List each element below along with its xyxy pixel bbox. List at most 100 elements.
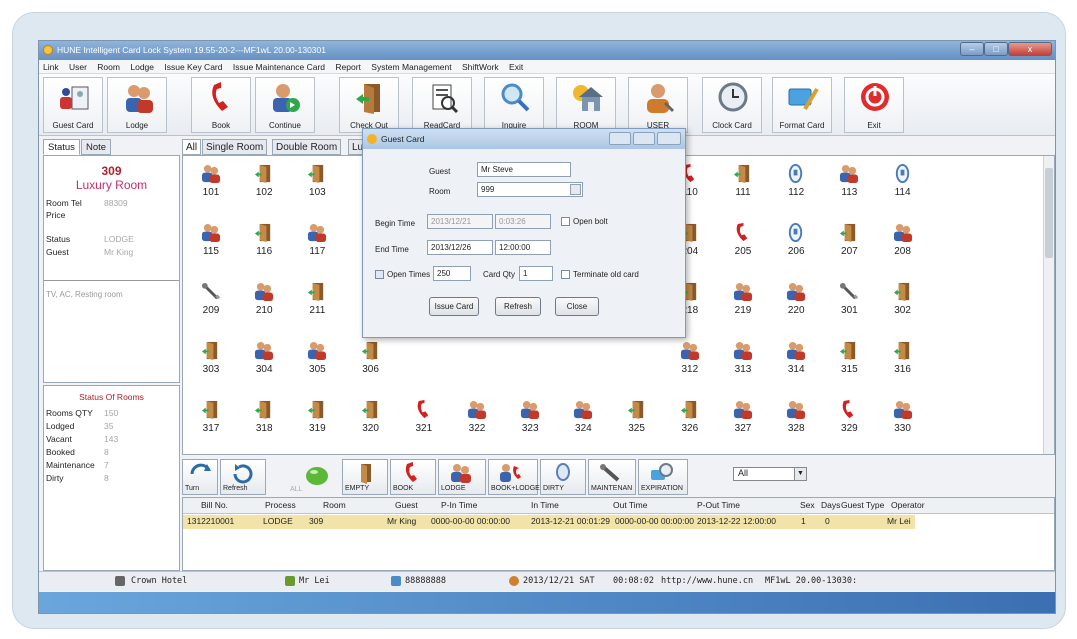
book-filter-button[interactable]: BOOK <box>390 459 436 495</box>
room-tile-117[interactable]: 117 <box>295 219 339 267</box>
column-header[interactable]: P-Out Time <box>697 500 740 510</box>
room-input[interactable]: 999 <box>477 182 583 197</box>
room-tile-111[interactable]: 111 <box>721 160 765 208</box>
check-out-button[interactable]: Check Out <box>339 77 399 133</box>
room-tile-312[interactable]: 312 <box>668 337 712 385</box>
room-tile-323[interactable]: 323 <box>508 396 552 444</box>
room-tile-314[interactable]: 314 <box>774 337 818 385</box>
book-lodge-filter-button[interactable]: BOOK+LODGE <box>488 459 540 495</box>
read-card-button[interactable]: ReadCard <box>412 77 472 133</box>
menu-room[interactable]: Room <box>97 62 120 72</box>
menu-system-management[interactable]: System Management <box>371 62 451 72</box>
room-tile-324[interactable]: 324 <box>561 396 605 444</box>
begin-date-field[interactable]: 2013/12/21 <box>427 214 493 229</box>
column-header[interactable]: Guest <box>395 500 418 510</box>
room-tile-317[interactable]: 317 <box>189 396 233 444</box>
room-tile-103[interactable]: 103 <box>295 160 339 208</box>
room-tile-208[interactable]: 208 <box>881 219 925 267</box>
dialog-refresh-button[interactable]: Refresh <box>495 297 541 316</box>
menu-issue-maintenance-card[interactable]: Issue Maintenance Card <box>233 62 325 72</box>
room-tile-116[interactable]: 116 <box>242 219 286 267</box>
guest-card-button[interactable]: Guest Card <box>43 77 103 133</box>
room-tile-316[interactable]: 316 <box>881 337 925 385</box>
room-tile-315[interactable]: 315 <box>827 337 871 385</box>
table-row[interactable]: 1312210001 LODGE 309 Mr King 0000-00-00 00:0… <box>183 515 915 529</box>
open-times-input[interactable]: 250 <box>433 266 471 281</box>
room-picker-button[interactable] <box>570 184 581 195</box>
room-tile-114[interactable]: 114 <box>881 160 925 208</box>
minimize-button[interactable]: – <box>960 42 984 56</box>
room-tile-321[interactable]: 321 <box>402 396 446 444</box>
format-card-button[interactable]: Format Card <box>772 77 832 133</box>
room-tile-319[interactable]: 319 <box>295 396 339 444</box>
room-tile-322[interactable]: 322 <box>455 396 499 444</box>
exit-button[interactable]: Exit <box>844 77 904 133</box>
terminate-old-card-checkbox[interactable] <box>561 270 570 279</box>
user-button[interactable]: USER <box>628 77 688 133</box>
column-header[interactable]: In Time <box>531 500 559 510</box>
menu-user[interactable]: User <box>69 62 87 72</box>
tab-all[interactable]: All <box>182 139 202 155</box>
room-tile-306[interactable]: 306 <box>349 337 393 385</box>
column-header[interactable]: Operator <box>891 500 925 510</box>
room-tile-303[interactable]: 303 <box>189 337 233 385</box>
continue-button[interactable]: Continue <box>255 77 315 133</box>
maintenance-filter-button[interactable]: MAINTENAN <box>588 459 636 495</box>
room-tile-329[interactable]: 329 <box>827 396 871 444</box>
room-tile-326[interactable]: 326 <box>668 396 712 444</box>
menu-report[interactable]: Report <box>335 62 361 72</box>
book-button[interactable]: Book <box>191 77 251 133</box>
menu-issue-key-card[interactable]: Issue Key Card <box>164 62 222 72</box>
room-tile-325[interactable]: 325 <box>615 396 659 444</box>
room-tile-305[interactable]: 305 <box>295 337 339 385</box>
dialog-close-button[interactable]: Close <box>555 297 599 316</box>
menu-shiftwork[interactable]: ShiftWork <box>462 62 499 72</box>
room-tile-220[interactable]: 220 <box>774 278 818 326</box>
dialog-close-x-button[interactable] <box>657 132 681 145</box>
begin-time-field[interactable]: 0:03:26 <box>495 214 551 229</box>
menu-link[interactable]: Link <box>43 62 59 72</box>
room-tile-102[interactable]: 102 <box>242 160 286 208</box>
column-header[interactable]: Guest Type <box>841 500 884 510</box>
column-header[interactable]: Room <box>323 500 346 510</box>
room-tile-304[interactable]: 304 <box>242 337 286 385</box>
end-date-field[interactable]: 2013/12/26 <box>427 240 493 255</box>
open-times-checkbox[interactable] <box>375 270 384 279</box>
room-tile-101[interactable]: 101 <box>189 160 233 208</box>
room-tile-219[interactable]: 219 <box>721 278 765 326</box>
column-header[interactable]: Process <box>265 500 296 510</box>
room-tile-327[interactable]: 327 <box>721 396 765 444</box>
room-tile-113[interactable]: 113 <box>827 160 871 208</box>
room-tile-207[interactable]: 207 <box>827 219 871 267</box>
expiration-filter-button[interactable]: EXPIRATION <box>638 459 688 495</box>
room-filter-select[interactable]: All ▼ <box>733 467 807 481</box>
room-tile-301[interactable]: 301 <box>827 278 871 326</box>
room-button[interactable]: ROOM <box>556 77 616 133</box>
card-qty-input[interactable]: 1 <box>519 266 553 281</box>
tab-note[interactable]: Note <box>81 139 112 155</box>
turn-button[interactable]: Turn <box>182 459 218 495</box>
column-header[interactable]: Bill No. <box>201 500 228 510</box>
lodge-button[interactable]: Lodge <box>107 77 167 133</box>
menu-exit[interactable]: Exit <box>509 62 523 72</box>
issue-card-button[interactable]: Issue Card <box>429 297 479 316</box>
column-header[interactable]: Sex <box>800 500 815 510</box>
dialog-maximize-button[interactable] <box>633 132 655 145</box>
room-tile-205[interactable]: 205 <box>721 219 765 267</box>
room-tile-115[interactable]: 115 <box>189 219 233 267</box>
maximize-button[interactable]: □ <box>984 42 1008 56</box>
room-tile-318[interactable]: 318 <box>242 396 286 444</box>
refresh-button[interactable]: Refresh <box>220 459 266 495</box>
room-tile-211[interactable]: 211 <box>295 278 339 326</box>
dialog-minimize-button[interactable] <box>609 132 631 145</box>
dirty-filter-button[interactable]: DIRTY <box>540 459 586 495</box>
clock-card-button[interactable]: Clock Card <box>702 77 762 133</box>
room-tile-112[interactable]: 112 <box>774 160 818 208</box>
empty-filter-button[interactable]: EMPTY <box>342 459 388 495</box>
column-header[interactable]: Days <box>821 500 840 510</box>
tab-single-room[interactable]: Single Room <box>202 139 268 155</box>
room-tile-320[interactable]: 320 <box>349 396 393 444</box>
room-tile-210[interactable]: 210 <box>242 278 286 326</box>
close-button[interactable]: x <box>1008 42 1052 56</box>
column-header[interactable]: P-In Time <box>441 500 477 510</box>
